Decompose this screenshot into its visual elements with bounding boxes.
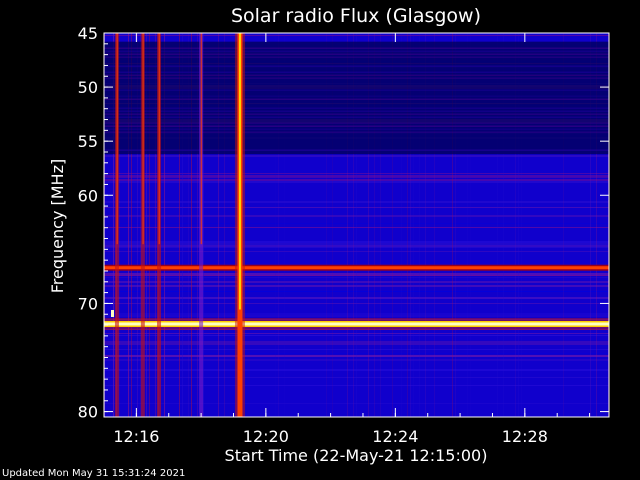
low-band-line [104, 122, 609, 124]
updated-timestamp: Updated Mon May 31 15:31:24 2021 [2, 468, 186, 479]
low-band-line [104, 56, 609, 58]
y-tick-label: 80 [78, 403, 98, 422]
low-band-line [104, 89, 609, 91]
y-tick-label: 45 [78, 24, 98, 43]
low-band-line [104, 125, 609, 127]
x-axis-label: Start Time (22-May-21 12:15:00) [225, 446, 488, 465]
low-band-line [104, 113, 609, 115]
chart-title: Solar radio Flux (Glasgow) [231, 5, 481, 27]
burst-core [142, 33, 144, 245]
plot-area [104, 33, 609, 417]
low-band-line [104, 65, 609, 67]
low-band-line [104, 131, 609, 133]
x-tick-label: 12:24 [372, 427, 418, 446]
y-tick-label: 60 [78, 186, 98, 205]
y-axis-label: Frequency [MHz] [48, 159, 67, 293]
x-tick-label: 12:16 [113, 427, 159, 446]
low-band-line [104, 128, 609, 130]
low-band-line [104, 149, 609, 151]
burst-core [238, 33, 241, 310]
band-core [104, 266, 609, 270]
x-tick-label: 12:20 [243, 427, 289, 446]
low-intensity-band [104, 41, 609, 155]
x-tick-label: 12:28 [502, 427, 548, 446]
low-band-line [104, 110, 609, 112]
low-band-line [104, 107, 609, 109]
low-band-line [104, 116, 609, 118]
band-center [104, 322, 609, 326]
low-band-line [104, 47, 609, 49]
low-band-line [104, 50, 609, 52]
small-artifact [111, 310, 114, 317]
low-band-line [104, 53, 609, 55]
y-tick-label: 50 [78, 78, 98, 97]
low-band-line [104, 95, 609, 97]
y-tick-label: 55 [78, 132, 98, 151]
burst-core [116, 33, 118, 245]
burst-core [158, 33, 161, 245]
solar-radio-spectrogram: Solar radio Flux (Glasgow) 12:16 12:20 12:… [0, 0, 640, 480]
low-band-line [104, 77, 609, 79]
low-band-line [104, 71, 609, 73]
low-band-line [104, 98, 609, 100]
burst-core [200, 33, 203, 245]
y-tick-label: 70 [78, 294, 98, 313]
low-band-line [104, 74, 609, 76]
